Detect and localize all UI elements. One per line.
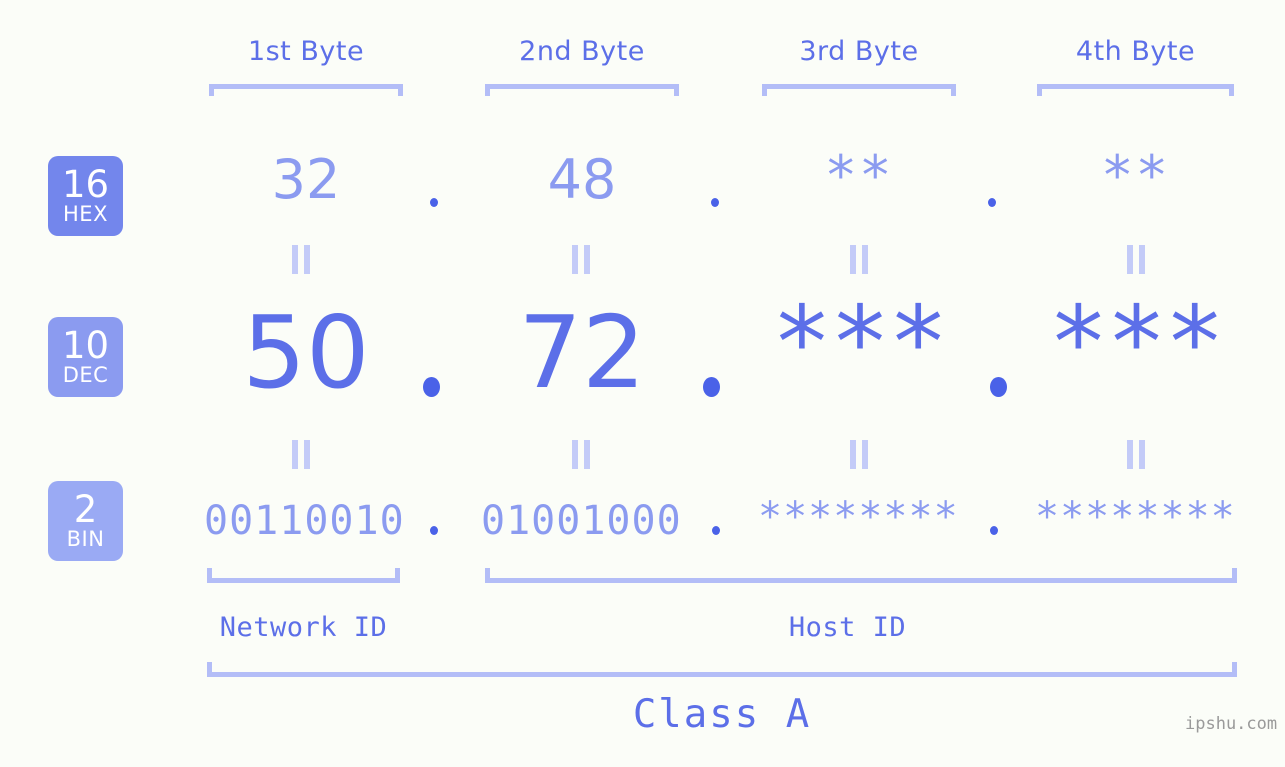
hex-byte-3: ** <box>824 144 894 207</box>
byte-header-label-4: 4th Byte <box>1075 36 1196 67</box>
bin-byte-3: ******** <box>758 494 959 540</box>
ip-address-diagram: 1st Byte 2nd Byte 3rd Byte 4th Byte 16 H… <box>0 0 1285 767</box>
hex-byte-4: ** <box>1100 144 1171 207</box>
dec-separator-dot-3 <box>990 377 1007 397</box>
bin-separator-dot-3 <box>990 526 998 535</box>
dec-byte-2: 72 <box>518 294 646 411</box>
byte-bracket-3 <box>762 84 956 96</box>
dec-separator-dot-1 <box>423 377 440 397</box>
bin-separator-dot-1 <box>430 526 438 535</box>
watermark: ipshu.com <box>1185 714 1278 734</box>
dec-byte-1: 50 <box>242 294 370 411</box>
network-id-label: Network ID <box>219 612 388 643</box>
hex-byte-1: 32 <box>271 148 341 211</box>
byte-bracket-1 <box>209 84 403 96</box>
byte-header-label-1: 1st Byte <box>247 36 365 67</box>
class-label: Class A <box>632 692 812 737</box>
byte-bracket-4 <box>1037 84 1234 96</box>
hex-byte-2: 48 <box>547 148 617 211</box>
bin-byte-1: 00110010 <box>204 498 405 544</box>
base-badge-bin: 2 BIN <box>48 481 123 561</box>
bin-byte-2: 01001000 <box>481 498 682 544</box>
hex-separator-dot-1 <box>430 198 438 207</box>
bin-separator-dot-2 <box>712 526 720 535</box>
base-badge-dec: 10 DEC <box>48 317 123 397</box>
hex-separator-dot-2 <box>711 198 719 207</box>
equals-dec-bin-4 <box>1123 440 1149 469</box>
host-id-label: Host ID <box>788 612 907 643</box>
byte-header-label-3: 3rd Byte <box>799 36 919 67</box>
base-badge-hex-number: 16 <box>61 163 110 206</box>
network-id-bracket <box>207 568 400 583</box>
equals-hex-dec-2 <box>568 245 594 274</box>
equals-dec-bin-3 <box>846 440 872 469</box>
equals-hex-dec-1 <box>288 245 314 274</box>
class-bracket <box>207 662 1237 677</box>
bin-byte-4: ******** <box>1035 494 1236 540</box>
base-badge-hex-unit: HEX <box>63 202 108 226</box>
base-badge-bin-unit: BIN <box>66 527 105 551</box>
byte-header-label-2: 2nd Byte <box>519 36 645 67</box>
base-badge-dec-number: 10 <box>61 324 110 367</box>
host-id-bracket <box>485 568 1237 583</box>
base-badge-hex: 16 HEX <box>48 156 123 236</box>
equals-hex-dec-3 <box>846 245 872 274</box>
hex-separator-dot-3 <box>988 198 996 207</box>
dec-separator-dot-2 <box>703 377 720 397</box>
dec-byte-4: *** <box>1048 284 1225 401</box>
equals-dec-bin-1 <box>288 440 314 469</box>
dec-byte-3: *** <box>771 284 949 401</box>
equals-hex-dec-4 <box>1123 245 1149 274</box>
byte-bracket-2 <box>485 84 679 96</box>
equals-dec-bin-2 <box>568 440 594 469</box>
base-badge-dec-unit: DEC <box>62 363 109 387</box>
base-badge-bin-number: 2 <box>73 488 98 531</box>
